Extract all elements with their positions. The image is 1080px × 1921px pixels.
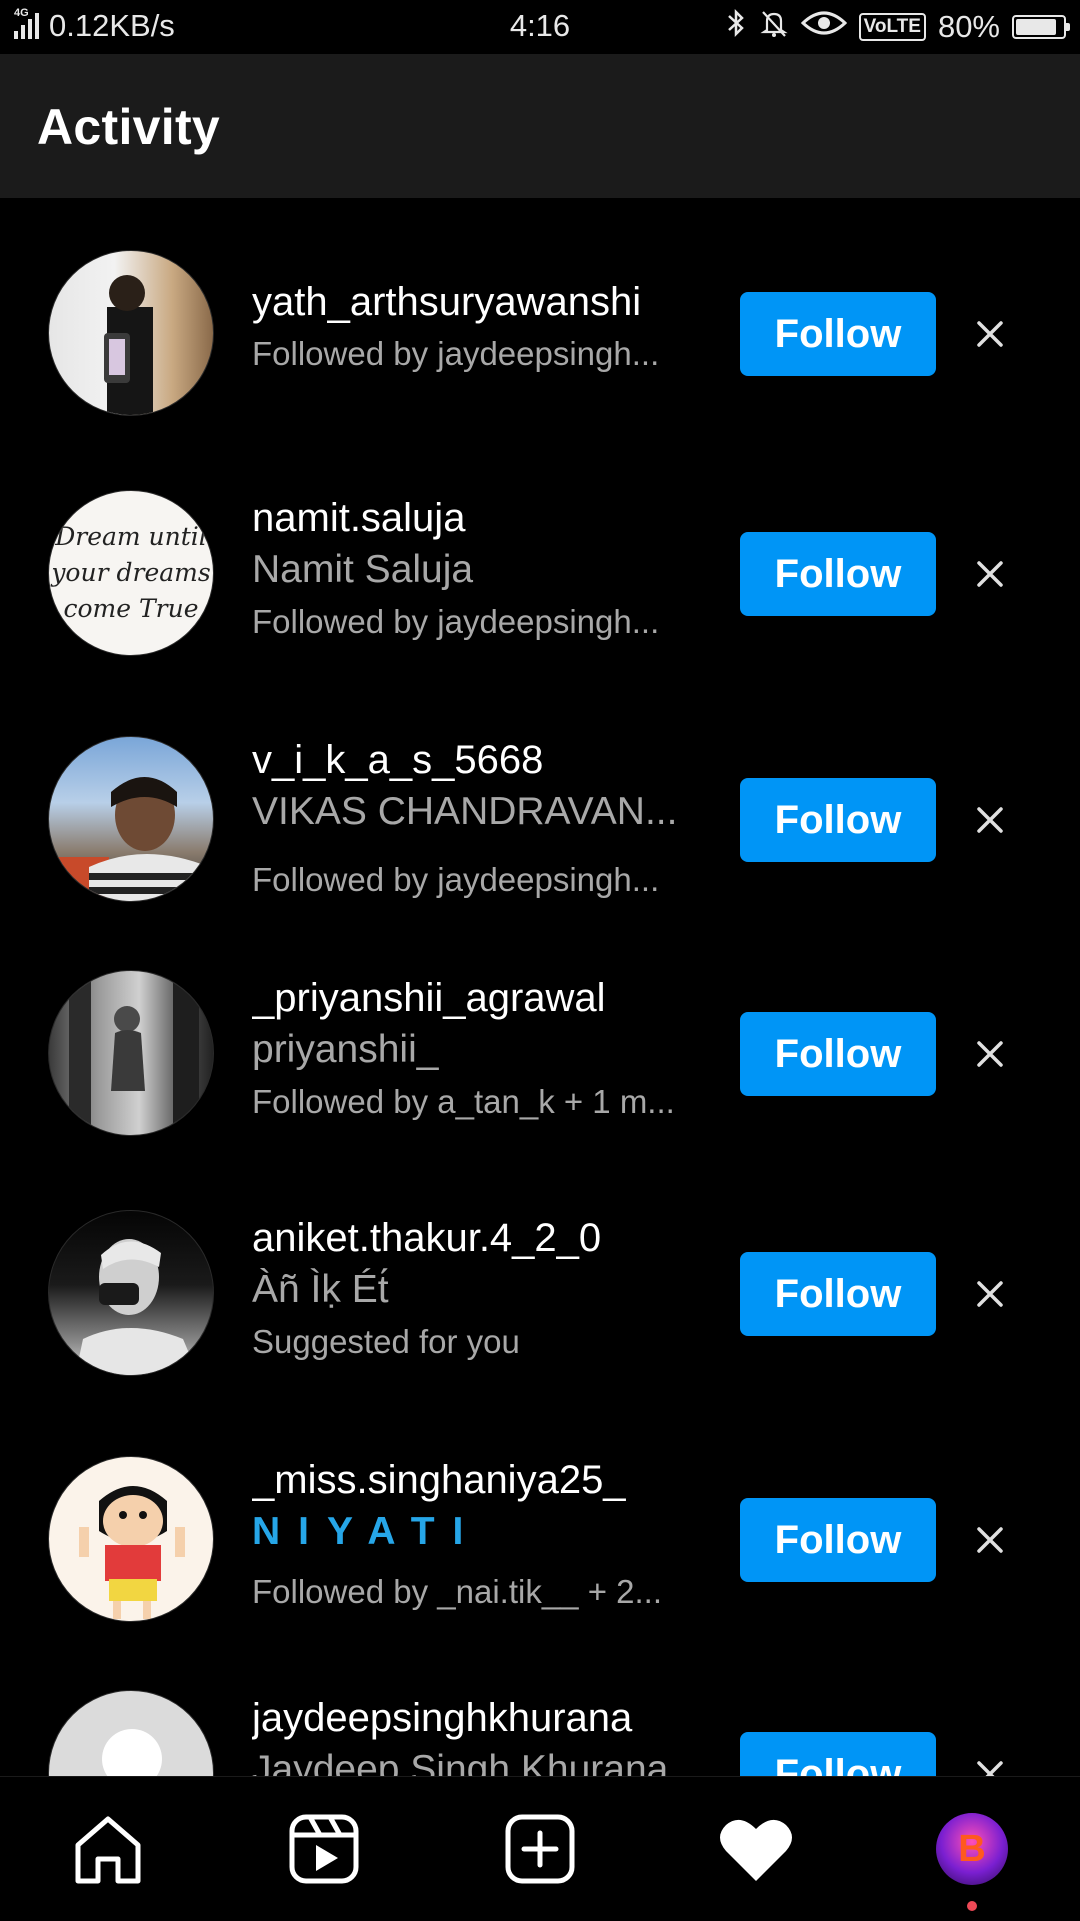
bluetooth-icon bbox=[725, 8, 747, 46]
status-bar: 4G 0.12KB/s 4:16 VoLTE 80% bbox=[0, 0, 1080, 54]
signal-icon: 4G bbox=[14, 7, 39, 39]
full-name: Namit Saluja bbox=[252, 548, 474, 591]
suggestion-row[interactable]: yath_arthsuryawanshi Followed by jaydeep… bbox=[0, 250, 1080, 420]
follow-button[interactable]: Follow bbox=[740, 532, 936, 616]
follow-button[interactable]: Follow bbox=[740, 1252, 936, 1336]
avatar[interactable] bbox=[48, 736, 214, 902]
username[interactable]: aniket.thakur.4_2_0 bbox=[252, 1214, 702, 1262]
dismiss-icon[interactable] bbox=[970, 1754, 1010, 1776]
follow-button[interactable]: Follow bbox=[740, 1012, 936, 1096]
reels-icon[interactable] bbox=[286, 1811, 362, 1887]
suggestions-list[interactable]: yath_arthsuryawanshi Followed by jaydeep… bbox=[0, 198, 1080, 1776]
suggestion-row[interactable]: Dream until your dreams come True namit.… bbox=[0, 490, 1080, 660]
bell-muted-icon bbox=[759, 8, 789, 46]
page-title: Activity bbox=[37, 99, 221, 155]
suggestion-row[interactable]: v_i_k_a_s_5668 VIKAS CHANDRAVAN... Follo… bbox=[0, 736, 1080, 906]
network-speed: 0.12KB/s bbox=[49, 8, 175, 43]
battery-percent: 80% bbox=[937, 9, 1000, 44]
clock: 4:16 bbox=[509, 8, 571, 43]
followed-by: Followed by jaydeepsingh... bbox=[252, 861, 660, 898]
followed-by: Followed by jaydeepsingh... bbox=[252, 603, 660, 640]
new-post-icon[interactable] bbox=[502, 1811, 578, 1887]
follow-button[interactable]: Follow bbox=[740, 292, 936, 376]
avatar-quote-line: Dream until bbox=[55, 522, 207, 551]
full-name: NIYATI bbox=[252, 1510, 482, 1553]
followed-by: Followed by jaydeepsingh... bbox=[252, 335, 660, 372]
eye-icon bbox=[800, 9, 847, 45]
follow-button[interactable]: Follow bbox=[740, 778, 936, 862]
header: Activity bbox=[0, 54, 1080, 198]
full-name: priyanshii_ bbox=[252, 1028, 439, 1071]
follow-button[interactable]: Follow bbox=[740, 1498, 936, 1582]
avatar[interactable] bbox=[48, 1690, 214, 1776]
dismiss-icon[interactable] bbox=[970, 1274, 1010, 1314]
dismiss-icon[interactable] bbox=[970, 800, 1010, 840]
suggestion-info: yath_arthsuryawanshi Followed by jaydeep… bbox=[252, 278, 702, 376]
avatar[interactable] bbox=[48, 1210, 214, 1376]
battery-icon bbox=[1012, 15, 1070, 39]
full-name: VIKAS CHANDRAVAN... bbox=[252, 790, 678, 833]
suggestion-info: aniket.thakur.4_2_0 Àñ Ìḳ Ét́ Suggested … bbox=[252, 1214, 702, 1364]
suggestion-info: jaydeepsinghkhurana Jaydeep Singh Khuran… bbox=[252, 1694, 702, 1776]
activity-heart-icon[interactable] bbox=[718, 1811, 794, 1887]
avatar[interactable] bbox=[48, 1456, 214, 1622]
avatar[interactable]: Dream until your dreams come True bbox=[48, 490, 214, 656]
home-icon[interactable] bbox=[70, 1811, 146, 1887]
dismiss-icon[interactable] bbox=[970, 554, 1010, 594]
username[interactable]: v_i_k_a_s_5668 bbox=[252, 736, 702, 784]
suggestion-row[interactable]: _miss.singhaniya25_ NIYATI Followed by _… bbox=[0, 1456, 1080, 1626]
username[interactable]: _miss.singhaniya25_ bbox=[252, 1456, 702, 1504]
suggestion-info: _miss.singhaniya25_ NIYATI Followed by _… bbox=[252, 1456, 702, 1614]
username[interactable]: yath_arthsuryawanshi bbox=[252, 278, 702, 326]
suggestion-row[interactable]: jaydeepsinghkhurana Jaydeep Singh Khuran… bbox=[0, 1690, 1080, 1776]
followed-by: Followed by _nai.tik__ + 2... bbox=[252, 1573, 662, 1610]
avatar-quote-line: come True bbox=[63, 594, 199, 623]
follow-button[interactable]: Follow bbox=[740, 1732, 936, 1776]
bottom-nav: B bbox=[0, 1776, 1080, 1921]
dismiss-icon[interactable] bbox=[970, 1034, 1010, 1074]
avatar[interactable] bbox=[48, 970, 214, 1136]
username[interactable]: _priyanshii_agrawal bbox=[252, 974, 702, 1022]
followed-by: Followed by a_tan_k + 1 m... bbox=[252, 1083, 675, 1120]
dismiss-icon[interactable] bbox=[970, 314, 1010, 354]
suggestion-info: v_i_k_a_s_5668 VIKAS CHANDRAVAN... Follo… bbox=[252, 736, 702, 902]
dismiss-icon[interactable] bbox=[970, 1520, 1010, 1560]
suggestion-info: namit.saluja Namit Saluja Followed by ja… bbox=[252, 494, 702, 644]
suggestion-row[interactable]: aniket.thakur.4_2_0 Àñ Ìḳ Ét́ Suggested … bbox=[0, 1210, 1080, 1380]
network-type: 4G bbox=[14, 7, 29, 19]
username[interactable]: jaydeepsinghkhurana bbox=[252, 1694, 702, 1742]
full-name: Àñ Ìḳ Ét́ bbox=[252, 1268, 389, 1311]
profile-initial: B bbox=[958, 1827, 986, 1870]
suggestion-row[interactable]: _priyanshii_agrawal priyanshii_ Followed… bbox=[0, 970, 1080, 1140]
suggested-label: Suggested for you bbox=[252, 1323, 520, 1360]
profile-avatar[interactable]: B bbox=[934, 1811, 1010, 1887]
notification-dot bbox=[967, 1901, 977, 1911]
suggestion-info: _priyanshii_agrawal priyanshii_ Followed… bbox=[252, 974, 702, 1124]
username[interactable]: namit.saluja bbox=[252, 494, 702, 542]
avatar-quote-line: your dreams bbox=[51, 558, 211, 587]
volte-indicator: VoLTE bbox=[858, 13, 926, 41]
full-name: Jaydeep Singh Khurana bbox=[252, 1748, 669, 1776]
avatar[interactable] bbox=[48, 250, 214, 416]
